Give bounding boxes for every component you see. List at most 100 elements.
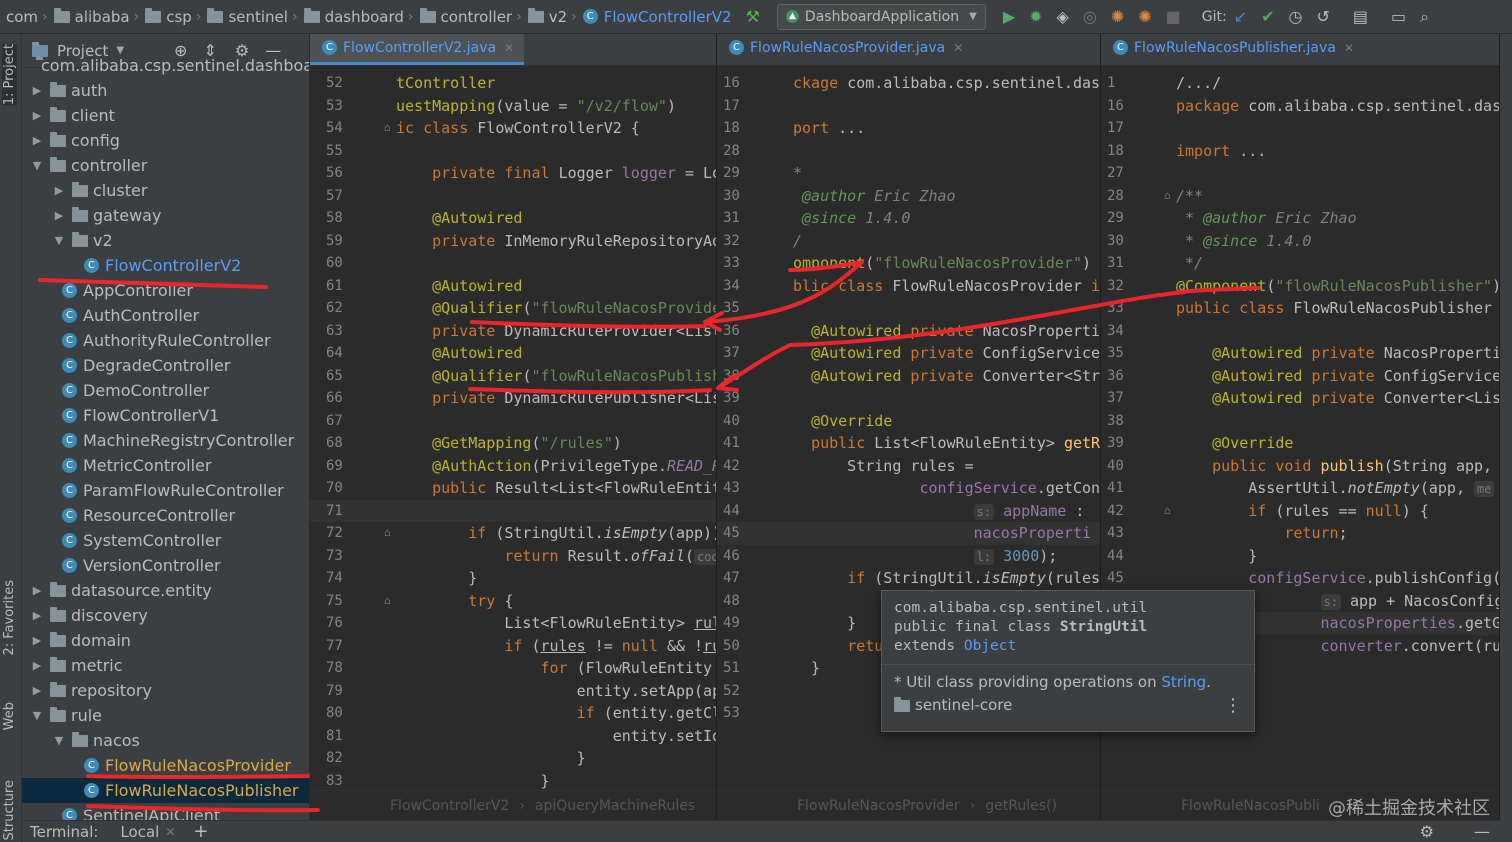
code-line[interactable]: 34⌂blic class FlowRuleNacosProvider im: [717, 275, 1100, 298]
tree-class-item[interactable]: C AuthorityRuleController: [22, 328, 309, 353]
chevron-right-icon[interactable]: ▶: [30, 609, 44, 622]
project-structure-icon[interactable]: ▤: [1353, 8, 1368, 25]
tree-folder-item[interactable]: ▶ repository: [22, 678, 309, 703]
code-line[interactable]: 39⌂ @Override: [1101, 432, 1499, 455]
editor-breadcrumb-item[interactable]: getRules(): [985, 798, 1057, 814]
editor-tab[interactable]: C FlowControllerV2.java ✕: [310, 34, 525, 65]
code-line[interactable]: 63⌂ private DynamicRuleProvider<List<Flo…: [310, 320, 716, 343]
close-icon[interactable]: ✕: [953, 41, 963, 55]
code-line[interactable]: 81⌂ entity.setId(enti: [310, 725, 716, 748]
code-line[interactable]: 32⌂@Component("flowRuleNacosPublisher"): [1101, 275, 1499, 298]
run-icon[interactable]: ▶: [1003, 8, 1015, 25]
code-line[interactable]: 16⌂package com.alibaba.csp.sentinel.dash: [1101, 95, 1499, 118]
favorites-tool-button[interactable]: 2: Favorites: [2, 580, 17, 656]
code-line[interactable]: 56⌂ private final Logger logger = Logger: [310, 162, 716, 185]
search-everywhere-icon[interactable]: ⌕: [1420, 8, 1429, 25]
web-tool-button[interactable]: Web: [2, 702, 17, 730]
tree-class-item[interactable]: C SentinelApiClient: [22, 803, 309, 820]
code-line[interactable]: 40⌂ @Override: [717, 410, 1100, 433]
code-line[interactable]: 16⌂ckage com.alibaba.csp.sentinel.dash: [717, 72, 1100, 95]
code-line[interactable]: 45⌂ configService.publishConfig(: [1101, 567, 1499, 590]
editor-breadcrumb-item[interactable]: apiQueryMachineRules: [535, 798, 695, 814]
tree-folder-item[interactable]: ▶ config: [22, 128, 309, 153]
run-configuration-select[interactable]: ▲ DashboardApplication ▼: [776, 3, 986, 30]
code-line[interactable]: 68⌂ @GetMapping("/rules"): [310, 432, 716, 455]
tree-folder-item[interactable]: ▼ controller: [22, 153, 309, 178]
tree-class-item[interactable]: C AuthController: [22, 303, 309, 328]
code-line[interactable]: 76⌂ List<FlowRuleEntity> rules =: [310, 612, 716, 635]
close-icon[interactable]: ✕: [165, 825, 175, 839]
code-line[interactable]: 30⌂ @author Eric Zhao: [717, 185, 1100, 208]
code-line[interactable]: 71⌂: [310, 499, 716, 522]
code-line[interactable]: 59⌂ private InMemoryRuleRepositoryAdapte…: [310, 230, 716, 253]
code-line[interactable]: 46⌂ l: 3000);: [717, 545, 1100, 568]
fold-marker-icon[interactable]: ⌂: [384, 522, 391, 545]
code-line[interactable]: 64⌂ @Autowired: [310, 342, 716, 365]
profile-icon[interactable]: ◎: [1083, 8, 1097, 25]
hide-panel-icon[interactable]: —: [1474, 822, 1490, 841]
code-line[interactable]: 62⌂ @Qualifier("flowRuleNacosProvider"): [310, 297, 716, 320]
code-line[interactable]: 31⌂ @since 1.4.0: [717, 207, 1100, 230]
code-line[interactable]: 57⌂: [310, 185, 716, 208]
code-line[interactable]: 17⌂: [1101, 117, 1499, 140]
code-line[interactable]: 31⌂ */: [1101, 252, 1499, 275]
code-line[interactable]: 45⌂ nacosProperti: [717, 522, 1100, 545]
code-line[interactable]: 44⌂ s: appName :: [717, 500, 1100, 523]
terminal-tab-local[interactable]: Local: [120, 823, 159, 841]
chevron-right-icon[interactable]: ▶: [30, 584, 44, 597]
code-line[interactable]: 40⌂ public void publish(String app, L: [1101, 455, 1499, 478]
chevron-right-icon[interactable]: ▶: [30, 134, 44, 147]
code-line[interactable]: 28 ⌂ /**: [1101, 185, 1499, 208]
gear-icon[interactable]: ⚙: [1420, 822, 1434, 841]
tree-folder-item[interactable]: ▶ auth: [22, 78, 309, 103]
code-line[interactable]: 27⌂: [1101, 162, 1499, 185]
breadcrumb-item[interactable]: dashboard ›: [303, 7, 420, 26]
code-line[interactable]: 29⌂ * @author Eric Zhao: [1101, 207, 1499, 230]
tree-class-item[interactable]: C FlowControllerV2: [22, 253, 309, 278]
code-line[interactable]: 74⌂ }: [310, 567, 716, 590]
code-line[interactable]: 35⌂: [717, 297, 1100, 320]
editor-tab[interactable]: C FlowRuleNacosPublisher.java ✕: [1101, 34, 1364, 65]
code-line[interactable]: 32⌂/: [717, 230, 1100, 253]
code-line[interactable]: 36⌂ @Autowired private NacosPropertie: [717, 320, 1100, 343]
code-line[interactable]: 79⌂ entity.setApp(app);: [310, 680, 716, 703]
fold-marker-icon[interactable]: ⌂: [384, 117, 391, 140]
code-line[interactable]: 39⌂: [717, 387, 1100, 410]
code-line[interactable]: 42⌂ String rules =: [717, 455, 1100, 478]
tree-folder-item[interactable]: ▶ datasource.entity: [22, 578, 309, 603]
code-line[interactable]: 35⌂ @Autowired private NacosPropertie: [1101, 342, 1499, 365]
tree-folder-item[interactable]: ▼ rule: [22, 703, 309, 728]
breadcrumb-item[interactable]: v2 ›: [527, 7, 583, 26]
code-line[interactable]: 58⌂ @Autowired: [310, 207, 716, 230]
project-tool-button[interactable]: 1: Project: [2, 44, 17, 106]
code-line[interactable]: 30⌂ * @since 1.4.0: [1101, 230, 1499, 253]
code-line[interactable]: 29⌂*: [717, 162, 1100, 185]
tree-folder-item[interactable]: ▶ domain: [22, 628, 309, 653]
code-line[interactable]: 44⌂ }: [1101, 545, 1499, 568]
code-line[interactable]: 43⌂ return;: [1101, 522, 1499, 545]
doc-string-link[interactable]: String: [1161, 673, 1206, 691]
code-line[interactable]: 33⌂omponent("flowRuleNacosProvider"): [717, 252, 1100, 275]
hammer-build-icon[interactable]: ⚒: [746, 8, 760, 25]
tree-class-item[interactable]: C MetricController: [22, 453, 309, 478]
code-area[interactable]: 52⌂tController53⌂uestMapping(value = "/v…: [310, 66, 716, 792]
code-line[interactable]: 55⌂: [310, 140, 716, 163]
code-line[interactable]: 53⌂uestMapping(value = "/v2/flow"): [310, 95, 716, 118]
tree-class-item[interactable]: C FlowRuleNacosPublisher: [22, 778, 309, 803]
code-line[interactable]: 37⌂ @Autowired private Converter<List: [1101, 387, 1499, 410]
code-line[interactable]: 38⌂ @Autowired private Converter<Stri: [717, 365, 1100, 388]
tree-class-item[interactable]: C VersionController: [22, 553, 309, 578]
tree-class-item[interactable]: C FlowRuleNacosProvider: [22, 753, 309, 778]
tree-class-item[interactable]: C FlowControllerV1: [22, 403, 309, 428]
code-line[interactable]: 73⌂ return Result.ofFail(code: -1: [310, 545, 716, 568]
code-line[interactable]: 75 ⌂ try {: [310, 590, 716, 613]
chevron-down-icon[interactable]: ▼: [30, 709, 44, 722]
code-line[interactable]: 67⌂: [310, 410, 716, 433]
tree-class-item[interactable]: C ResourceController: [22, 503, 309, 528]
editor-breadcrumb-item[interactable]: FlowRuleNacosProvider: [797, 798, 960, 814]
code-line[interactable]: 38⌂: [1101, 410, 1499, 433]
tree-class-item[interactable]: C MachineRegistryController: [22, 428, 309, 453]
more-options-icon[interactable]: ⋮: [1224, 694, 1242, 717]
doc-extends-link[interactable]: Object: [964, 638, 1016, 654]
code-line[interactable]: 43⌂ configService.getConf: [717, 477, 1100, 500]
